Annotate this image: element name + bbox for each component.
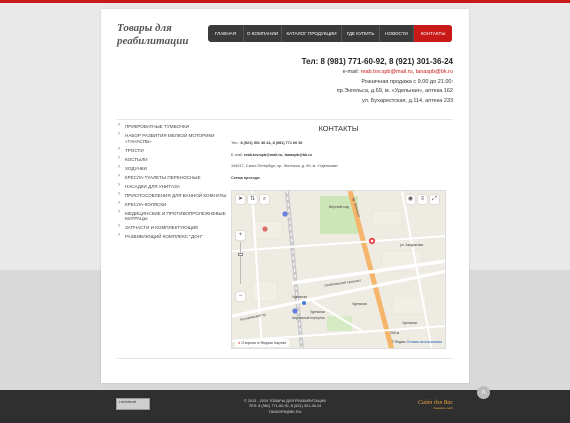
sidebar-item-don-complex[interactable]: РАЗВИВАЮЩИЙ КОМПЛЕКС "ДОН" bbox=[117, 233, 227, 240]
map-zoom-handle[interactable] bbox=[238, 253, 243, 256]
contact-email-value[interactable]: reab.tov.spb@mail.ru, tanaspb@bk.ru bbox=[244, 153, 312, 157]
map-label-street: ул. Аккуратова bbox=[400, 243, 424, 247]
footer-info: © 2013 - 2019 ТОВАРЫ ДЛЯ РЕАБИЛИТАЦИИ ТЕ… bbox=[0, 399, 570, 415]
map-zoom-track bbox=[240, 242, 241, 284]
map-layers-button[interactable]: ≡ bbox=[418, 195, 427, 204]
developer-logo[interactable]: Сайт для Вас Заказать сайт bbox=[418, 400, 453, 410]
map-label-udelnaya-2: Удельная bbox=[310, 310, 325, 314]
chevron-up-icon: ˄ bbox=[481, 388, 486, 397]
contact-tel-label: Тел.: bbox=[231, 141, 240, 145]
map-footer: ● Открыть в Яндекс Картах 200 м © Яндекс… bbox=[232, 331, 445, 348]
content-divider bbox=[117, 358, 453, 359]
sidebar-item-toilet-chairs[interactable]: КРЕСЛА-ТУАЛЕТЫ ПЕРЕНОСНЫЕ bbox=[117, 174, 227, 181]
sidebar-item-motor-skills-set[interactable]: НАБОР РАЗВИТИЯ МЕЛКОЙ МОТОРИКИ «ТАНАСПБ» bbox=[117, 132, 227, 145]
map-traffic-button[interactable]: ◉ bbox=[406, 195, 415, 204]
main-content: КОНТАКТЫ Тел.: 8 (921) 301 36 24, 8 (981… bbox=[231, 124, 446, 187]
map-credits: © Яндекс Условия использования bbox=[392, 340, 442, 344]
logo-line-1: Товары для bbox=[117, 22, 172, 34]
site-logo[interactable]: Товары для реабилитации bbox=[117, 23, 189, 47]
top-accent-line bbox=[0, 0, 570, 3]
logo-line-2: реабилитации bbox=[117, 35, 189, 47]
directions-label: Схема проезда: bbox=[231, 175, 261, 180]
map-label-udelnaya-1: Удельная bbox=[292, 295, 307, 299]
map-label-park: Верхний сад bbox=[329, 205, 349, 209]
map-terms-link[interactable]: Условия использования bbox=[407, 340, 442, 344]
map-label-lane: Кирпичный переулок bbox=[292, 316, 325, 320]
header-divider bbox=[117, 119, 453, 120]
contact-email: E-mail: reab.tov.spb@mail.ru, tanaspb@bk… bbox=[231, 153, 446, 158]
nav-item-where-to-buy[interactable]: ГДЕ КУПИТЬ bbox=[342, 25, 380, 42]
map-scale: 200 м bbox=[390, 331, 399, 335]
map-locate-button[interactable]: ➤ bbox=[236, 195, 245, 204]
contact-address: 194017, Санкт-Петербург, пр. Энгельса, д… bbox=[231, 164, 339, 169]
sidebar-item-wheelchairs[interactable]: КРЕСЛА-КОЛЯСКИ bbox=[117, 201, 227, 208]
map-fullscreen-button[interactable]: ⤢ bbox=[430, 195, 439, 204]
nav-item-catalog[interactable]: КАТАЛОГ ПРОДУКЦИИ bbox=[282, 25, 342, 42]
page-container: Товары для реабилитации ГЛАВНАЯ О КОМПАН… bbox=[101, 9, 469, 383]
map-copyright: © Яндекс bbox=[391, 340, 406, 344]
map-scale-label: 200 м bbox=[390, 331, 399, 335]
sidebar-item-toilet-seats[interactable]: НАСАДКИ ДЛЯ УНИТАЗА bbox=[117, 183, 227, 190]
map-zoom-out-button[interactable]: − bbox=[236, 292, 245, 301]
map-zoom-in-button[interactable]: + bbox=[236, 231, 245, 240]
nav-item-news[interactable]: НОВОСТИ bbox=[380, 25, 414, 42]
header-email-label: e-mail: bbox=[342, 69, 360, 75]
contact-tel-value: 8 (921) 301 36 24, 8 (981) 771 60 92 bbox=[240, 141, 303, 145]
footer-email[interactable]: TANASPB@BK.RU bbox=[0, 410, 570, 415]
sidebar-item-canes[interactable]: ТРОСТИ bbox=[117, 147, 227, 154]
contact-email-label: E-mail: bbox=[231, 152, 243, 157]
developer-subtitle: Заказать сайт bbox=[433, 406, 453, 410]
map-label-udelnaya-station: Удельная bbox=[402, 321, 417, 325]
page-title: КОНТАКТЫ bbox=[318, 124, 359, 133]
map-open-in-yandex[interactable]: ● Открыть в Яндекс Картах bbox=[235, 339, 290, 347]
map-label-udelnaya-3: Удельная bbox=[352, 302, 367, 306]
main-nav: ГЛАВНАЯ О КОМПАНИИ КАТАЛОГ ПРОДУКЦИИ ГДЕ… bbox=[208, 25, 452, 42]
sidebar-item-walkers[interactable]: ХОДУНКИ bbox=[117, 165, 227, 172]
sidebar-item-spare-parts[interactable]: ЗАПЧАСТИ И КОМПЛЕКТУЮЩИЕ bbox=[117, 224, 227, 231]
header-address-1: пр.Энгельса, д.69, м. «Удельная», аптека… bbox=[336, 88, 453, 95]
map-canvas bbox=[232, 191, 445, 348]
header-sales-hours: Розничная продажа с 9.00 до 21.00: bbox=[361, 78, 453, 85]
header-contacts: Тел: 8 (981) 771-60-92, 8 (921) 301-36-2… bbox=[302, 56, 453, 106]
scroll-to-top-button[interactable]: ˄ bbox=[477, 386, 490, 399]
map-search-button[interactable]: ⌕ bbox=[260, 195, 269, 204]
nav-item-contacts[interactable]: КОНТАКТЫ bbox=[414, 25, 452, 42]
sidebar-menu: ПРИКРОВАТНЫЕ ТУМБОЧКИ НАБОР РАЗВИТИЯ МЕЛ… bbox=[117, 123, 227, 243]
map-open-link: Открыть в Яндекс Картах bbox=[241, 341, 287, 345]
sidebar-item-mattresses[interactable]: МЕДИЦИНСКИЕ И ПРОТИВОПРОЛЕЖНЕВЫЕ МАТРАЦЫ bbox=[117, 210, 227, 223]
header-email-link[interactable]: reab.tov.spb@mail.ru, tanaspb@bk.ru bbox=[361, 69, 453, 75]
nav-item-home[interactable]: ГЛАВНАЯ bbox=[208, 25, 244, 42]
nav-item-about[interactable]: О КОМПАНИИ bbox=[244, 25, 282, 42]
sidebar-item-crutches[interactable]: КОСТЫЛИ bbox=[117, 156, 227, 163]
map-pin-icon: ● bbox=[238, 341, 241, 345]
contact-tel: Тел.: 8 (921) 301 36 24, 8 (981) 771 60 … bbox=[231, 141, 446, 146]
header-email: e-mail: reab.tov.spb@mail.ru, tanaspb@bk… bbox=[302, 68, 453, 78]
sidebar-item-bedside-tables[interactable]: ПРИКРОВАТНЫЕ ТУМБОЧКИ bbox=[117, 123, 227, 130]
yandex-map[interactable]: Верхний сад Скобелевский проспект Удельн… bbox=[231, 190, 446, 349]
sidebar-item-bathroom-aids[interactable]: ПРИСПОСОБЛЕНИЯ ДЛЯ ВАННОЙ КОМНАТЫ bbox=[117, 192, 227, 199]
header-phone: Тел: 8 (981) 771-60-92, 8 (921) 301-36-2… bbox=[301, 57, 453, 66]
header-address-2: ул. Бухарестская, д.114, аптека 233 bbox=[362, 97, 453, 104]
map-routes-button[interactable]: ⇅ bbox=[248, 195, 257, 204]
